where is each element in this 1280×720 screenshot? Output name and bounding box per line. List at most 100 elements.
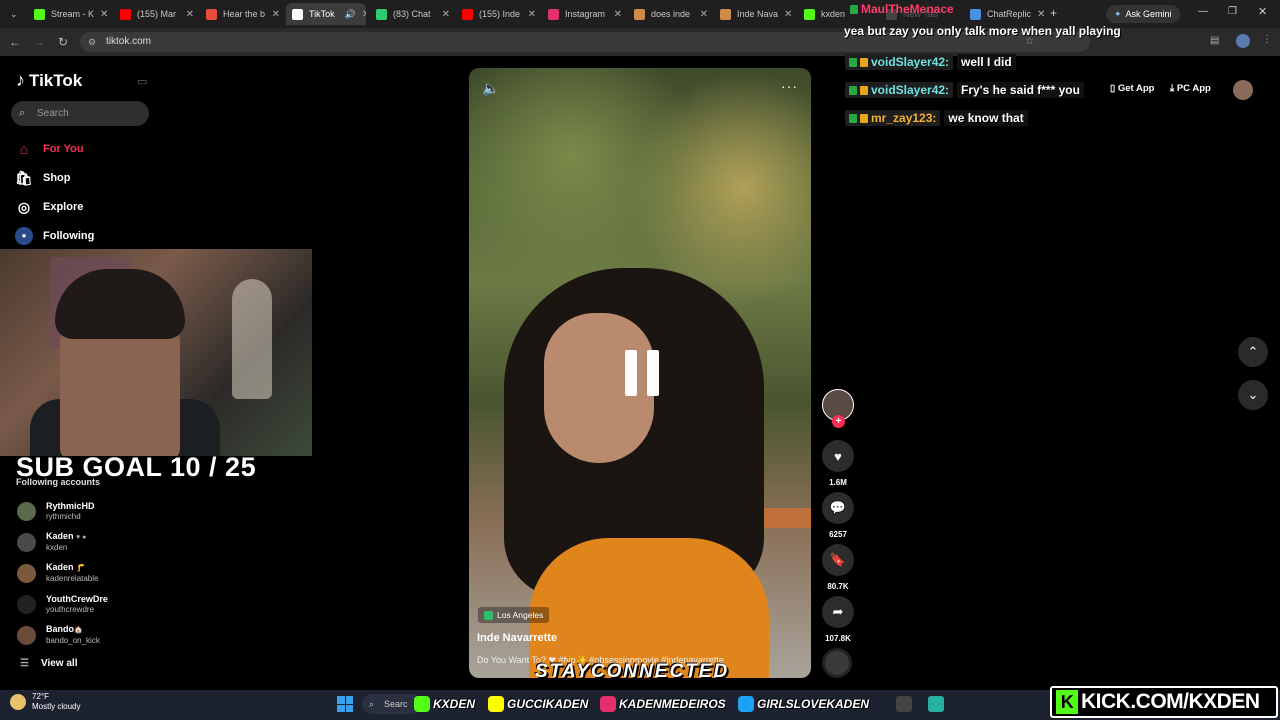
comment-icon: 💬: [822, 492, 854, 524]
user-avatar[interactable]: [1233, 80, 1253, 100]
weather-cloud-icon: [10, 694, 26, 710]
get-app-button[interactable]: ▯ Get App: [1110, 83, 1154, 94]
close-icon[interactable]: ✕: [272, 9, 280, 20]
search-result-icon: [720, 8, 731, 20]
social-twitter: GIRLSLOVEKADEN: [738, 694, 869, 714]
badge-icon: [850, 4, 858, 14]
video-author[interactable]: Inde Navarrette: [477, 632, 557, 644]
bookmark-icon: 🔖: [822, 544, 854, 576]
account-item[interactable]: RythmicHD rythmichd: [17, 498, 95, 524]
close-icon[interactable]: ✕: [784, 9, 792, 20]
chevron-up-icon: ⌃: [1247, 344, 1259, 359]
nav-following[interactable]: ● Following: [15, 226, 94, 246]
extensions-icon[interactable]: ▤: [1210, 35, 1219, 46]
follow-plus-icon[interactable]: +: [832, 415, 845, 428]
volume-icon[interactable]: 🔈: [482, 80, 499, 97]
heart-emoji-icon: ♥ ●: [76, 534, 87, 541]
account-item[interactable]: Kaden ♥ ● kxden: [17, 529, 86, 555]
tab-instagram[interactable]: Instagram ✕: [542, 3, 628, 25]
social-snapchat: GUCCIKADEN: [488, 694, 588, 714]
heart-icon: ♥: [822, 440, 854, 472]
tab-search-button[interactable]: ⌄: [4, 3, 22, 25]
account-item[interactable]: Bando🏠 bando_on_kick: [17, 622, 100, 648]
profile-icon[interactable]: [1236, 34, 1250, 48]
search-input[interactable]: ⌕ Search: [11, 101, 149, 126]
next-video-button[interactable]: ⌄: [1238, 380, 1268, 410]
tab-chatreplic[interactable]: ChatReplic ✕: [964, 3, 1044, 25]
previous-video-button[interactable]: ⌃: [1238, 337, 1268, 367]
close-icon[interactable]: ✕: [614, 9, 622, 20]
nav-shop[interactable]: 🛍 Shop: [15, 168, 70, 188]
tab-inde-nava[interactable]: Inde Nava ✕: [714, 3, 798, 25]
close-icon[interactable]: ✕: [1037, 9, 1044, 20]
location-pin-icon: [484, 610, 493, 620]
kick-icon: [414, 696, 430, 712]
browser-menu-icon[interactable]: ⋮: [1262, 34, 1272, 45]
new-tab-button[interactable]: +: [1050, 6, 1057, 20]
snapchat-icon: [488, 696, 504, 712]
kick-icon: [804, 8, 815, 20]
chat-message: yea but zay you only talk more when yall…: [844, 24, 1121, 38]
like-button[interactable]: ♥ 1.6M: [822, 440, 854, 487]
avatar: [17, 625, 36, 645]
comment-button[interactable]: 💬 6257: [822, 492, 854, 539]
tab-chat[interactable]: (83) Chat ✕: [370, 3, 456, 25]
social-instagram: KADENMEDEIROS: [600, 694, 726, 714]
streamer-webcam: [0, 249, 312, 456]
minimize-icon[interactable]: —: [1198, 6, 1208, 17]
badge-icon: [860, 85, 868, 95]
close-icon[interactable]: ✕: [186, 9, 194, 20]
taskbar-search[interactable]: ⌕ Searc: [362, 694, 422, 714]
tab-tiktok[interactable]: TikTok🔊✕: [286, 3, 366, 25]
avatar: [17, 594, 36, 614]
pause-icon[interactable]: [620, 350, 664, 398]
share-arrow-icon: ➦: [822, 596, 854, 628]
tab-hear[interactable]: Hear the b ✕: [200, 3, 286, 25]
close-icon[interactable]: ✕: [528, 9, 536, 20]
game-app-icon[interactable]: [896, 696, 912, 712]
window-close-icon[interactable]: ✕: [1258, 5, 1267, 18]
page-icon: [206, 8, 217, 20]
music-disc-icon[interactable]: [822, 648, 852, 678]
more-options-icon[interactable]: ···: [781, 78, 798, 94]
tab-stream[interactable]: Stream - K ✕: [28, 3, 114, 25]
ask-gemini-button[interactable]: ✦ Ask Gemini: [1106, 5, 1180, 23]
avatar: [17, 532, 36, 552]
tab-kxden[interactable]: kxden: [798, 3, 848, 25]
save-button[interactable]: 🔖 80.7K: [822, 544, 854, 591]
instagram-icon: [600, 696, 616, 712]
speaker-icon[interactable]: 🔊: [345, 9, 356, 20]
tab-youtube-1[interactable]: (155) Mar ✕: [114, 3, 200, 25]
close-icon[interactable]: ✕: [362, 9, 366, 20]
nav-for-you[interactable]: ⌂ For You: [15, 139, 84, 159]
tiktok-logo[interactable]: ♪ TikTok: [16, 70, 82, 91]
tab-does-inde[interactable]: does inde ✕: [628, 3, 714, 25]
account-item[interactable]: YouthCrewDre youthcrewdre: [17, 591, 108, 617]
pc-app-button[interactable]: ⤓ PC App: [1170, 83, 1211, 94]
chat-username: voidSlayer42:: [845, 54, 954, 70]
phone-icon: ▯: [1110, 83, 1116, 94]
site-info-icon[interactable]: ⚙: [88, 32, 96, 52]
forward-icon[interactable]: →: [29, 32, 49, 52]
view-all-link[interactable]: ☰ View all: [20, 658, 77, 669]
restore-icon[interactable]: ❐: [1228, 6, 1237, 17]
close-icon[interactable]: ✕: [100, 9, 108, 20]
back-icon[interactable]: ←: [5, 32, 25, 52]
weather-widget[interactable]: 72°F Mostly cloudy: [10, 692, 80, 712]
collapse-sidebar-icon[interactable]: ▭: [137, 75, 147, 88]
chat-line: MaulTheMenace: [850, 2, 954, 16]
gemini-icon: ✦: [1114, 9, 1122, 19]
tiktok-note-icon: ♪: [16, 70, 25, 90]
location-tag[interactable]: Los Angeles: [478, 607, 550, 623]
windows-start-icon[interactable]: [337, 696, 353, 712]
close-icon[interactable]: ✕: [442, 9, 450, 20]
account-item[interactable]: Kaden 🦵 kadenrelatable: [17, 560, 98, 586]
close-icon[interactable]: ✕: [700, 9, 708, 20]
tab-youtube-2[interactable]: (155) Inde ✕: [456, 3, 542, 25]
search-result-icon: [634, 8, 645, 20]
reload-icon[interactable]: ↻: [53, 32, 73, 52]
app-icon[interactable]: [928, 696, 944, 712]
nav-explore[interactable]: ◎ Explore: [15, 197, 83, 217]
share-button[interactable]: ➦ 107.8K: [822, 596, 854, 643]
chevron-down-icon: ⌄: [1247, 387, 1259, 402]
